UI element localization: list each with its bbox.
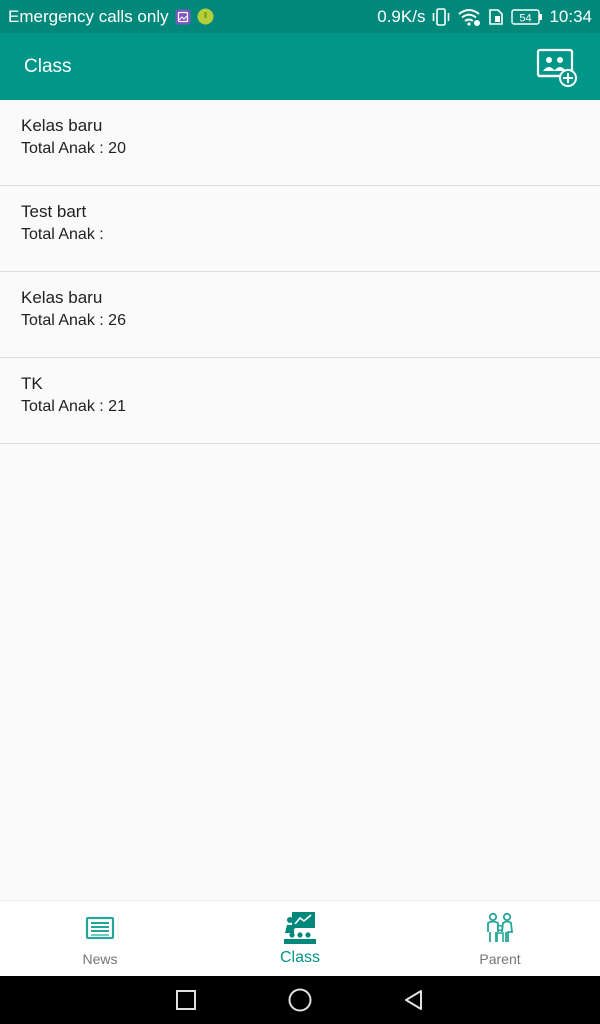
clock: 10:34 <box>549 6 592 26</box>
class-total: Total Anak : <box>21 226 104 243</box>
family-icon <box>483 911 517 945</box>
class-list-item[interactable]: Test bart Total Anak : <box>0 186 600 272</box>
class-list-item[interactable]: Kelas baru Total Anak : 26 <box>0 272 600 358</box>
news-icon <box>83 911 117 945</box>
class-total: Total Anak : 21 <box>21 398 126 415</box>
bottom-nav: News Class Parent <box>0 900 600 976</box>
back-icon <box>405 990 422 1010</box>
nav-label-news: News <box>82 951 118 967</box>
page-title: Class <box>24 55 72 77</box>
add-class-icon <box>536 48 577 87</box>
nav-item-class[interactable]: Class <box>200 901 400 976</box>
home-icon <box>288 988 312 1012</box>
class-name: TK <box>21 374 43 393</box>
status-bar: Emergency calls only 0.9K/s 54 10:34 <box>0 0 600 33</box>
home-button[interactable] <box>285 985 315 1015</box>
app-bar: Class <box>0 33 600 100</box>
wifi-icon <box>457 8 481 26</box>
sim-icon <box>487 8 505 26</box>
class-name: Test bart <box>21 202 87 221</box>
nav-label-class: Class <box>279 949 320 966</box>
class-total: Total Anak : 26 <box>21 312 126 329</box>
class-list: Kelas baru Total Anak : 20 Test bart Tot… <box>0 100 600 444</box>
class-name: Kelas baru <box>21 288 103 307</box>
add-class-button[interactable] <box>534 44 580 90</box>
class-name: Kelas baru <box>21 116 103 135</box>
net-speed: 0.9K/s <box>377 6 426 26</box>
back-button[interactable] <box>399 985 429 1015</box>
status-left: Emergency calls only <box>8 7 214 27</box>
recents-icon <box>176 990 196 1010</box>
nav-item-parent[interactable]: Parent <box>400 901 600 976</box>
class-total: Total Anak : 20 <box>21 140 126 157</box>
gallery-icon <box>175 9 191 25</box>
nav-label-parent: Parent <box>479 951 521 967</box>
battery-icon: 54 <box>511 8 543 26</box>
nav-item-news[interactable]: News <box>0 901 200 976</box>
classroom-icon <box>283 911 317 945</box>
recents-button[interactable] <box>171 985 201 1015</box>
system-nav-bar <box>0 976 600 1024</box>
battery-level: 54 <box>520 12 532 24</box>
status-right: 0.9K/s 54 10:34 <box>377 7 592 27</box>
android-icon <box>197 8 214 25</box>
carrier-text: Emergency calls only <box>8 6 169 26</box>
vibrate-icon <box>431 7 451 26</box>
class-list-item[interactable]: Kelas baru Total Anak : 20 <box>0 100 600 186</box>
class-list-item[interactable]: TK Total Anak : 21 <box>0 358 600 444</box>
